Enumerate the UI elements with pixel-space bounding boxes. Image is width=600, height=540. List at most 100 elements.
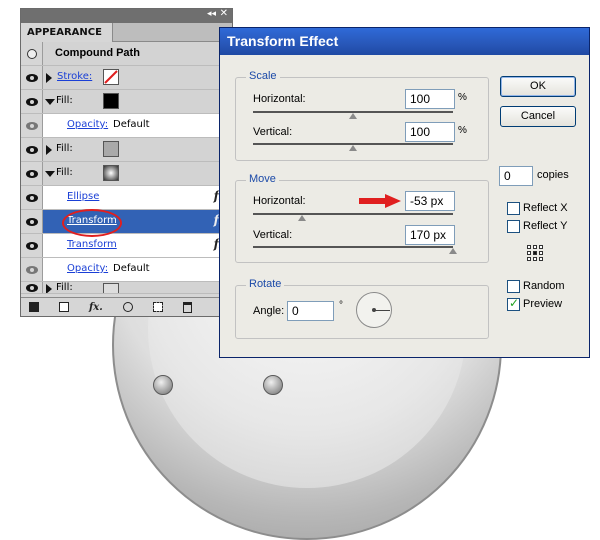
duplicate-item-icon[interactable]: [152, 302, 163, 312]
reference-point[interactable]: [527, 257, 531, 261]
dialog-title[interactable]: Transform Effect: [220, 28, 589, 55]
collapse-icon[interactable]: ◂◂: [207, 9, 216, 19]
appearance-row-opacity[interactable]: Opacity: Default: [21, 258, 232, 282]
fill-swatch[interactable]: [103, 283, 119, 293]
appearance-row-effect-selected[interactable]: Transform fx: [21, 210, 232, 234]
reference-point[interactable]: [527, 245, 531, 249]
eye-icon: [25, 145, 38, 154]
reflect-y-label[interactable]: Reflect Y: [523, 220, 567, 232]
move-group: Move Horizontal: -53 px Vertical: 170 px: [235, 173, 489, 263]
trash-icon[interactable]: [182, 301, 192, 313]
random-label[interactable]: Random: [523, 280, 565, 292]
reflect-y-checkbox[interactable]: [507, 220, 520, 233]
preview-checkbox[interactable]: [507, 296, 520, 311]
scale-horizontal-slider-handle[interactable]: [349, 113, 357, 119]
eye-icon: [25, 121, 38, 130]
fill-swatch-black[interactable]: [103, 93, 119, 109]
tab-appearance[interactable]: APPEARANCE: [21, 23, 113, 42]
reference-point[interactable]: [533, 245, 537, 249]
appearance-row-effect[interactable]: Ellipse fx: [21, 186, 232, 210]
visibility-toggle[interactable]: [21, 282, 43, 293]
collapse-triangle-icon[interactable]: [45, 171, 55, 177]
eye-icon: [25, 193, 38, 202]
eye-icon: [25, 97, 38, 106]
reference-point-locator[interactable]: [527, 245, 545, 263]
visibility-toggle[interactable]: [21, 186, 43, 209]
move-horizontal-input[interactable]: -53 px: [405, 191, 455, 211]
appearance-row-opacity[interactable]: Opacity: Default: [21, 114, 232, 138]
angle-input[interactable]: 0: [287, 301, 334, 321]
scale-vertical-input[interactable]: 100: [405, 122, 455, 142]
transform-effect-dialog: Transform Effect Scale Horizontal: 100 %…: [219, 27, 590, 358]
fill-swatch-gradient[interactable]: [103, 165, 119, 181]
move-vertical-input[interactable]: 170 px: [405, 225, 455, 245]
move-vertical-slider-handle[interactable]: [449, 248, 457, 254]
visibility-toggle[interactable]: [21, 234, 43, 257]
move-horizontal-slider[interactable]: [253, 213, 453, 215]
appearance-row-fill[interactable]: Fill:: [21, 162, 232, 186]
eye-icon: [25, 265, 38, 274]
move-horizontal-slider-handle[interactable]: [298, 215, 306, 221]
stroke-icon[interactable]: [29, 302, 39, 312]
rotate-group-title: Rotate: [246, 278, 285, 290]
visibility-toggle[interactable]: [21, 162, 43, 185]
visibility-toggle[interactable]: [21, 90, 43, 113]
reference-point[interactable]: [539, 251, 543, 255]
add-effect-icon[interactable]: fx.: [89, 302, 103, 313]
expand-triangle-icon[interactable]: [46, 145, 52, 155]
scale-group-title: Scale: [246, 70, 280, 82]
reflect-x-checkbox[interactable]: [507, 202, 520, 215]
move-group-title: Move: [246, 173, 279, 185]
appearance-header-row[interactable]: Compound Path: [21, 42, 232, 66]
eye-icon: [25, 217, 38, 226]
angle-dial[interactable]: [356, 292, 392, 328]
appearance-row-effect[interactable]: Transform fx: [21, 234, 232, 258]
visibility-toggle[interactable]: [21, 114, 43, 137]
opacity-label[interactable]: Opacity:: [67, 263, 108, 274]
expand-triangle-icon[interactable]: [46, 284, 52, 293]
panel-tab-bar: APPEARANCE: [21, 23, 232, 42]
reference-point[interactable]: [527, 251, 531, 255]
scale-vertical-slider-handle[interactable]: [349, 145, 357, 151]
copies-input[interactable]: 0: [499, 166, 533, 186]
visibility-toggle[interactable]: [21, 66, 43, 89]
preview-label[interactable]: Preview: [523, 298, 562, 310]
reference-point-center[interactable]: [533, 251, 537, 255]
close-icon[interactable]: ✕: [220, 8, 228, 19]
appearance-row-fill[interactable]: Fill:: [21, 138, 232, 162]
move-vertical-label: Vertical:: [253, 229, 293, 241]
none-slash-icon: [104, 70, 118, 84]
random-checkbox[interactable]: [507, 280, 520, 293]
eye-icon: [25, 73, 38, 82]
eye-icon: [25, 169, 38, 178]
expand-triangle-icon[interactable]: [46, 73, 52, 83]
fill-icon[interactable]: [59, 302, 69, 312]
appearance-panel: ◂◂ ✕ APPEARANCE Compound Path Stroke: Fi…: [20, 8, 233, 317]
panel-bottom-toolbar: fx.: [21, 297, 232, 316]
reference-point[interactable]: [539, 245, 543, 249]
opacity-label[interactable]: Opacity:: [67, 119, 108, 130]
visibility-toggle[interactable]: [21, 138, 43, 161]
fill-swatch-grey[interactable]: [103, 141, 119, 157]
reflect-x-label[interactable]: Reflect X: [523, 202, 568, 214]
reference-point[interactable]: [539, 257, 543, 261]
bolt-left: [153, 375, 173, 395]
stroke-swatch-none[interactable]: [103, 69, 119, 85]
ok-button[interactable]: OK: [500, 76, 576, 97]
visibility-toggle[interactable]: [21, 210, 43, 233]
appearance-row-fill[interactable]: Fill:: [21, 282, 232, 294]
stroke-label[interactable]: Stroke:: [57, 71, 92, 82]
appearance-row-fill[interactable]: Fill:: [21, 90, 232, 114]
clear-appearance-icon[interactable]: [122, 302, 133, 312]
move-vertical-slider[interactable]: [253, 246, 453, 248]
object-title: Compound Path: [55, 47, 140, 59]
appearance-row-stroke[interactable]: Stroke:: [21, 66, 232, 90]
cancel-button[interactable]: Cancel: [500, 106, 576, 127]
effect-ellipse-label[interactable]: Ellipse: [67, 191, 99, 202]
reference-point[interactable]: [533, 257, 537, 261]
fill-label: Fill:: [56, 95, 73, 106]
effect-transform-label[interactable]: Transform: [67, 239, 117, 250]
scale-horizontal-input[interactable]: 100: [405, 89, 455, 109]
visibility-toggle[interactable]: [21, 258, 43, 281]
collapse-triangle-icon[interactable]: [45, 99, 55, 105]
